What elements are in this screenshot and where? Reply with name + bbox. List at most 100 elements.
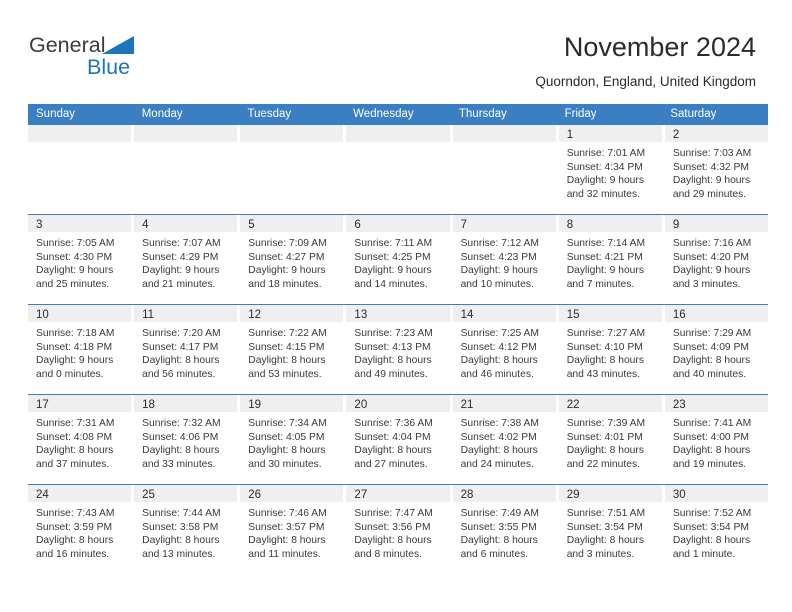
- calendar-day-cell[interactable]: 2 Sunrise: 7:03 AM Sunset: 4:32 PM Daylight…: [664, 125, 768, 214]
- calendar-day-cell[interactable]: 5 Sunrise: 7:09 AM Sunset: 4:27 PM Daylight…: [240, 215, 347, 304]
- day-number-bar: 2: [664, 125, 768, 142]
- day-details: Sunrise: 7:03 AM Sunset: 4:32 PM Daylight:…: [665, 142, 768, 201]
- day-detail-line: Sunrise: 7:16 AM: [672, 238, 752, 249]
- generalblue-logo[interactable]: General Blue: [29, 33, 189, 85]
- day-detail-line: Sunset: 4:02 PM: [460, 431, 537, 443]
- calendar-day-cell[interactable]: 8 Sunrise: 7:14 AM Sunset: 4:21 PM Daylight…: [558, 215, 665, 304]
- day-details: Sunrise: 7:36 AM Sunset: 4:04 PM Daylight:…: [346, 412, 449, 471]
- calendar-day-cell[interactable]: 22 Sunrise: 7:39 AM Sunset: 4:01 PM Dayligh…: [558, 395, 665, 484]
- calendar-day-cell[interactable]: 4 Sunrise: 7:07 AM Sunset: 4:29 PM Daylight…: [134, 215, 241, 304]
- logo-text-blue: Blue: [87, 55, 131, 79]
- day-details: Sunrise: 7:01 AM Sunset: 4:34 PM Daylight:…: [559, 142, 662, 201]
- calendar-day-cell[interactable]: 15 Sunrise: 7:27 AM Sunset: 4:10 PM Dayligh…: [558, 305, 665, 394]
- weekday-header-sunday: Sunday: [36, 108, 76, 120]
- day-number-bar: 6: [346, 215, 450, 232]
- day-detail-line: Daylight: 8 hours: [36, 445, 114, 456]
- day-detail-line: Daylight: 8 hours: [460, 535, 538, 546]
- day-detail-line: Sunrise: 7:05 AM: [36, 238, 115, 249]
- day-detail-line: Sunrise: 7:47 AM: [354, 508, 433, 519]
- calendar-day-cell[interactable]: 6 Sunrise: 7:11 AM Sunset: 4:25 PM Daylight…: [346, 215, 453, 304]
- day-detail-line: Sunset: 3:58 PM: [142, 521, 219, 533]
- day-details: Sunrise: 7:23 AM Sunset: 4:13 PM Daylight:…: [346, 322, 449, 381]
- day-detail-line: and 6 minutes.: [460, 548, 529, 560]
- day-detail-line: and 22 minutes.: [566, 458, 640, 470]
- day-details: Sunrise: 7:38 AM Sunset: 4:02 PM Daylight:…: [453, 412, 556, 471]
- calendar-day-cell[interactable]: 1 Sunrise: 7:01 AM Sunset: 4:34 PM Daylight…: [558, 125, 665, 214]
- weekday-header-row: Sunday Monday Tuesday Wednesday Thursday Frid…: [28, 104, 768, 125]
- calendar-day-cell[interactable]: 17 Sunrise: 7:31 AM Sunset: 4:08 PM Dayligh…: [28, 395, 135, 484]
- day-detail-line: Sunrise: 7:23 AM: [354, 328, 433, 339]
- day-number-bar: 22: [558, 395, 662, 412]
- day-detail-line: Daylight: 8 hours: [354, 445, 432, 456]
- day-number: 30: [672, 489, 686, 501]
- calendar-day-cell[interactable]: 29 Sunrise: 7:51 AM Sunset: 3:54 PM Dayligh…: [558, 485, 665, 574]
- day-number-bar: 15: [558, 305, 662, 322]
- day-detail-line: Sunset: 3:57 PM: [248, 521, 325, 533]
- calendar-day-cell[interactable]: 7 Sunrise: 7:12 AM Sunset: 4:23 PM Daylight…: [452, 215, 559, 304]
- day-detail-line: Daylight: 8 hours: [248, 445, 326, 456]
- calendar-day-cell[interactable]: 9 Sunrise: 7:16 AM Sunset: 4:20 PM Daylight…: [664, 215, 768, 304]
- day-detail-line: and 16 minutes.: [36, 548, 110, 560]
- day-detail-line: and 53 minutes.: [248, 368, 322, 380]
- day-detail-line: Sunrise: 7:34 AM: [248, 418, 327, 429]
- day-number-bar: 1: [558, 125, 662, 142]
- weekday-header-monday: Monday: [141, 108, 183, 120]
- day-detail-line: and 3 minutes.: [566, 548, 635, 560]
- calendar-day-cell[interactable]: 23 Sunrise: 7:41 AM Sunset: 4:00 PM Dayligh…: [664, 395, 768, 484]
- day-detail-line: Daylight: 9 hours: [672, 265, 751, 276]
- day-detail-line: Sunrise: 7:22 AM: [248, 328, 327, 339]
- calendar-day-cell[interactable]: 14 Sunrise: 7:25 AM Sunset: 4:12 PM Dayligh…: [452, 305, 559, 394]
- day-number: 27: [354, 489, 368, 501]
- calendar-day-cell[interactable]: 30 Sunrise: 7:52 AM Sunset: 3:54 PM Dayligh…: [664, 485, 768, 574]
- day-detail-line: and 7 minutes.: [566, 278, 635, 290]
- day-detail-line: and 46 minutes.: [460, 368, 534, 380]
- calendar-week-row: 3 Sunrise: 7:05 AM Sunset: 4:30 PM Daylight…: [28, 214, 768, 304]
- calendar-day-cell[interactable]: 18 Sunrise: 7:32 AM Sunset: 4:06 PM Dayligh…: [134, 395, 241, 484]
- weekday-header-saturday: Saturday: [670, 108, 717, 120]
- day-detail-line: Sunset: 4:04 PM: [354, 431, 431, 443]
- day-number-bar: 9: [664, 215, 768, 232]
- day-detail-line: Sunrise: 7:29 AM: [672, 328, 752, 339]
- day-detail-line: Daylight: 8 hours: [566, 445, 644, 456]
- day-details: Sunrise: 7:43 AM Sunset: 3:59 PM Daylight:…: [28, 502, 131, 561]
- day-number-bar: 13: [346, 305, 450, 322]
- weekday-header-wednesday: Wednesday: [353, 108, 414, 120]
- day-number-bar: 17: [28, 395, 132, 412]
- day-details: Sunrise: 7:16 AM Sunset: 4:20 PM Daylight:…: [665, 232, 768, 291]
- calendar-day-cell[interactable]: 20 Sunrise: 7:36 AM Sunset: 4:04 PM Dayligh…: [346, 395, 453, 484]
- calendar-day-cell[interactable]: 28 Sunrise: 7:49 AM Sunset: 3:55 PM Dayligh…: [452, 485, 559, 574]
- calendar-day-cell[interactable]: 12 Sunrise: 7:22 AM Sunset: 4:15 PM Dayligh…: [240, 305, 347, 394]
- calendar-day-cell[interactable]: 11 Sunrise: 7:20 AM Sunset: 4:17 PM Dayligh…: [134, 305, 241, 394]
- day-detail-line: and 10 minutes.: [460, 278, 534, 290]
- day-number-bar: [134, 125, 238, 142]
- day-detail-line: Daylight: 9 hours: [566, 265, 644, 276]
- calendar-day-cell[interactable]: 26 Sunrise: 7:46 AM Sunset: 3:57 PM Dayligh…: [240, 485, 347, 574]
- page-subtitle: Quorndon, England, United Kingdom: [535, 74, 756, 89]
- day-detail-line: Sunrise: 7:49 AM: [460, 508, 539, 519]
- day-detail-line: Daylight: 8 hours: [566, 355, 644, 366]
- day-number: 14: [460, 309, 474, 321]
- day-details: Sunrise: 7:39 AM Sunset: 4:01 PM Daylight:…: [559, 412, 662, 471]
- day-number-bar: 25: [134, 485, 238, 502]
- calendar-day-cell[interactable]: 21 Sunrise: 7:38 AM Sunset: 4:02 PM Dayligh…: [452, 395, 559, 484]
- day-number-bar: [240, 125, 344, 142]
- calendar-day-cell[interactable]: 16 Sunrise: 7:29 AM Sunset: 4:09 PM Dayligh…: [664, 305, 768, 394]
- calendar-day-cell[interactable]: 13 Sunrise: 7:23 AM Sunset: 4:13 PM Dayligh…: [346, 305, 453, 394]
- day-detail-line: Daylight: 8 hours: [460, 355, 538, 366]
- day-detail-line: Daylight: 8 hours: [672, 445, 751, 456]
- calendar-day-cell[interactable]: 24 Sunrise: 7:43 AM Sunset: 3:59 PM Dayligh…: [28, 485, 135, 574]
- day-detail-line: Sunset: 4:09 PM: [672, 341, 749, 353]
- calendar-day-cell[interactable]: 10 Sunrise: 7:18 AM Sunset: 4:18 PM Dayligh…: [28, 305, 135, 394]
- calendar-day-cell[interactable]: 3 Sunrise: 7:05 AM Sunset: 4:30 PM Daylight…: [28, 215, 135, 304]
- day-detail-line: Sunrise: 7:11 AM: [354, 238, 433, 249]
- calendar-day-cell[interactable]: 27 Sunrise: 7:47 AM Sunset: 3:56 PM Dayligh…: [346, 485, 453, 574]
- day-detail-line: Sunset: 4:34 PM: [566, 161, 643, 173]
- calendar-day-cell[interactable]: 19 Sunrise: 7:34 AM Sunset: 4:05 PM Dayligh…: [240, 395, 347, 484]
- day-details: Sunrise: 7:34 AM Sunset: 4:05 PM Daylight:…: [240, 412, 343, 471]
- day-detail-line: Sunrise: 7:43 AM: [36, 508, 115, 519]
- calendar-week-row: 10 Sunrise: 7:18 AM Sunset: 4:18 PM Dayligh…: [28, 304, 768, 394]
- calendar-week-row: 1 Sunrise: 7:01 AM Sunset: 4:34 PM Daylight…: [28, 125, 768, 214]
- day-detail-line: Sunrise: 7:03 AM: [672, 148, 752, 159]
- calendar-day-cell[interactable]: 25 Sunrise: 7:44 AM Sunset: 3:58 PM Dayligh…: [134, 485, 241, 574]
- day-detail-line: and 3 minutes.: [672, 278, 741, 290]
